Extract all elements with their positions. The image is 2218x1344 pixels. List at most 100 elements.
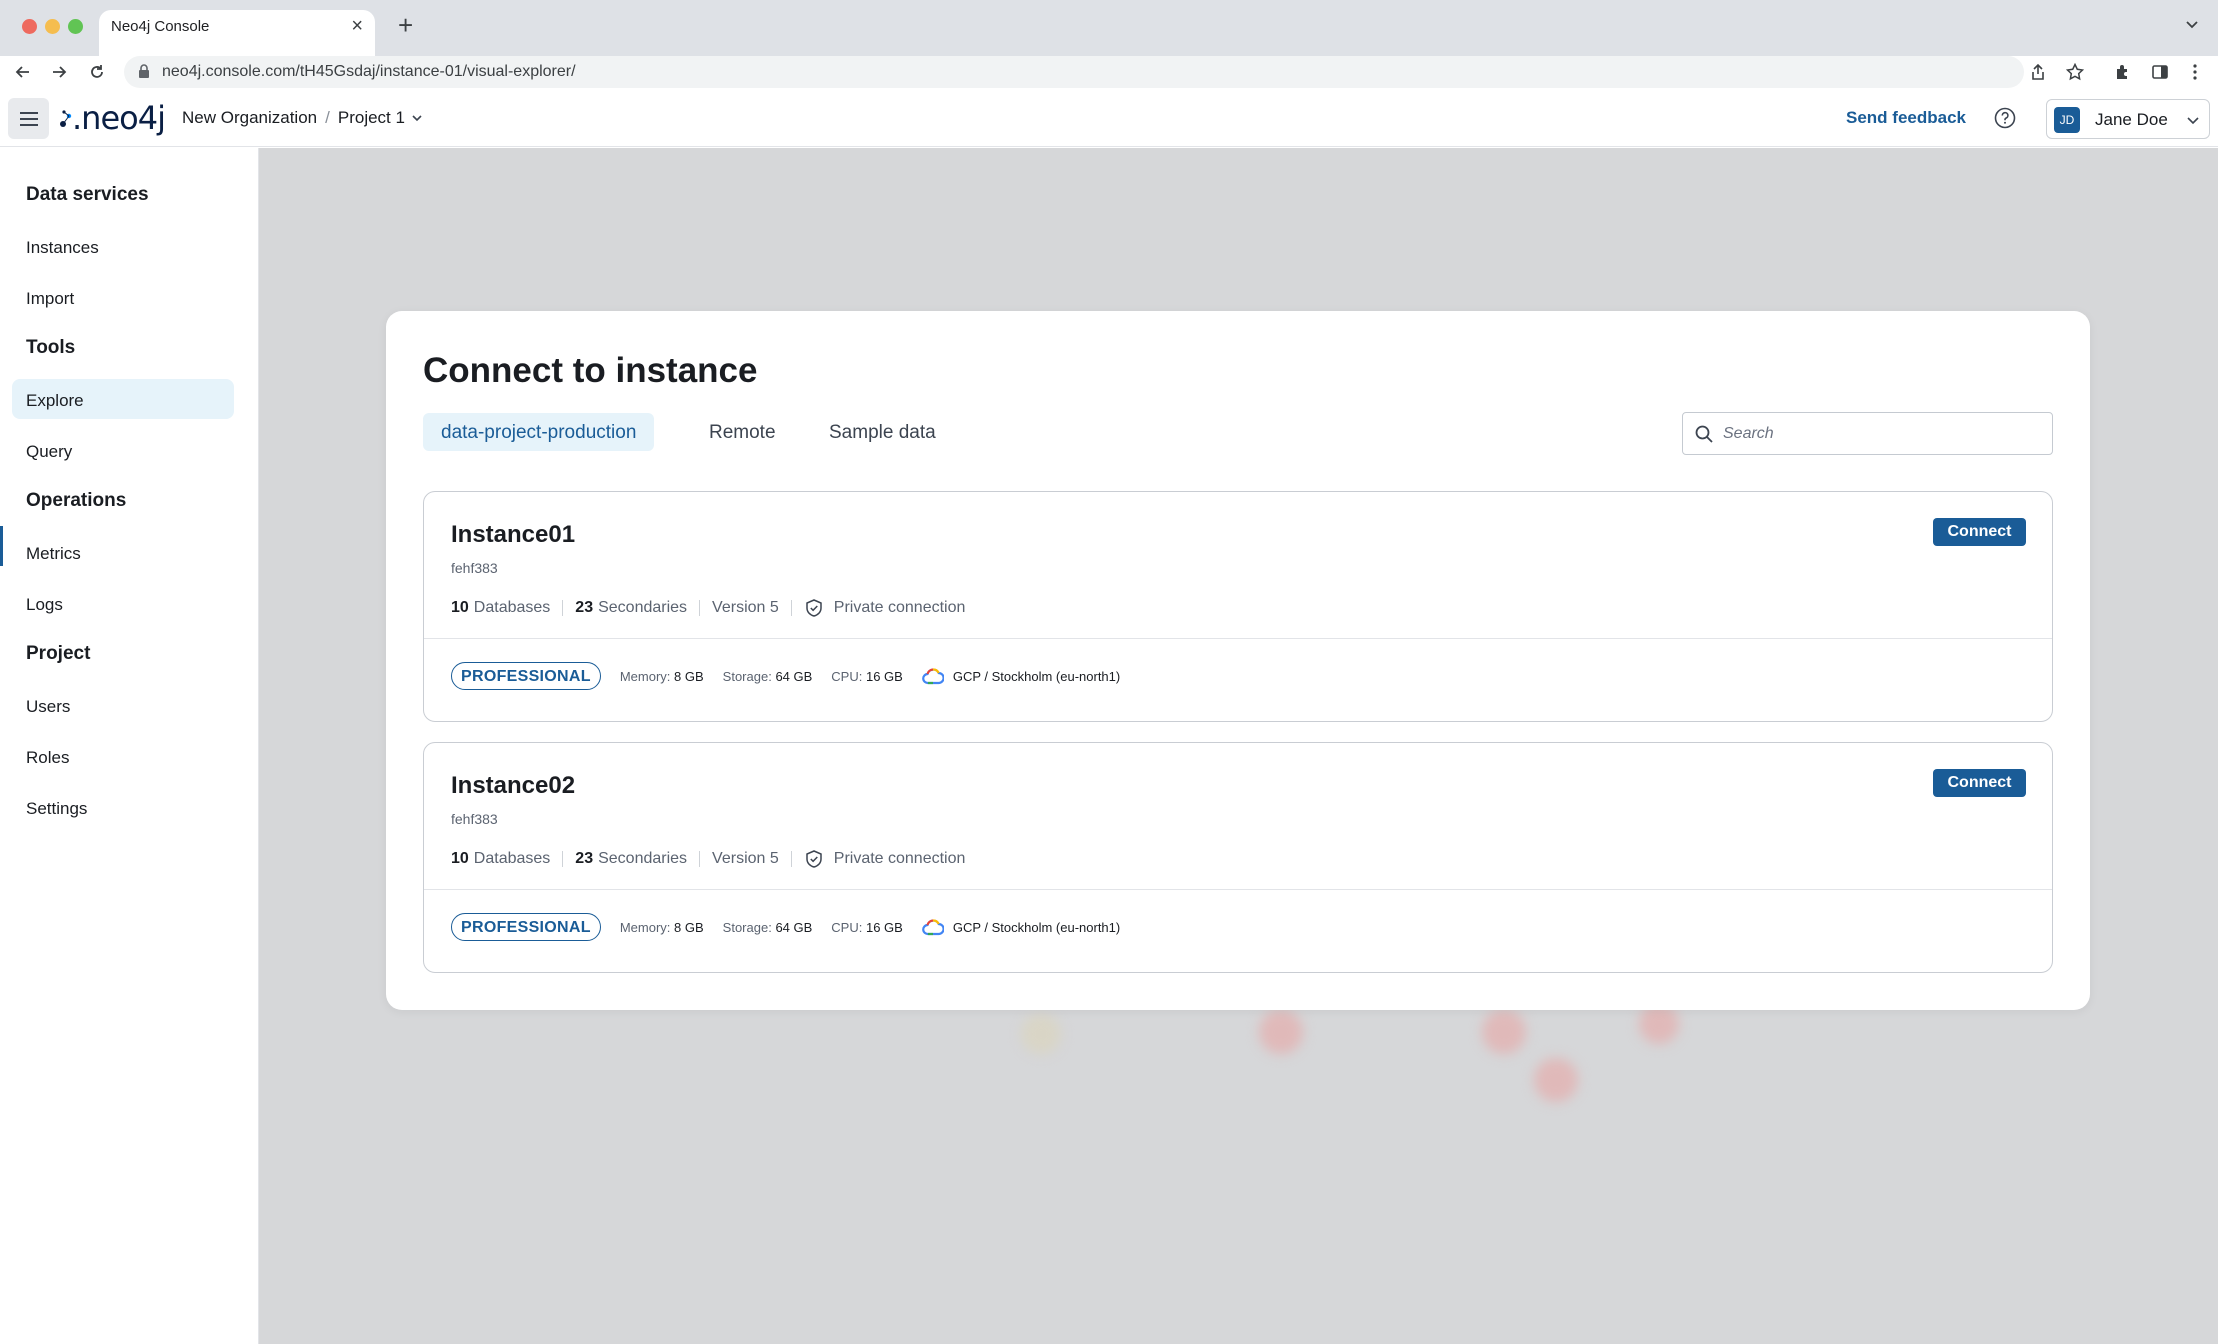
region: GCP / Stockholm (eu-north1) bbox=[922, 918, 1120, 936]
memory-spec: Memory: 8 GB bbox=[620, 920, 704, 935]
cpu-label: CPU: bbox=[831, 919, 863, 935]
logo-nodes-icon bbox=[60, 110, 72, 127]
tab-search-chevron-icon[interactable] bbox=[2184, 16, 2200, 37]
shield-check-icon bbox=[806, 850, 822, 868]
instance-stats: 10 Databases 23 Secondaries Version 5 Priv… bbox=[451, 849, 965, 869]
databases-label: Databases bbox=[473, 850, 551, 867]
cpu-label: CPU: bbox=[831, 668, 863, 684]
graph-node bbox=[1021, 1014, 1061, 1054]
maximize-window-button[interactable] bbox=[68, 19, 83, 34]
browser-tabstrip: Neo4j Console × + bbox=[0, 0, 2218, 56]
sidebar-item-settings[interactable]: Settings bbox=[12, 787, 234, 827]
sidebar-item-users[interactable]: Users bbox=[12, 685, 234, 725]
memory-label: Memory: bbox=[619, 668, 671, 684]
breadcrumb: New Organization / Project 1 bbox=[182, 108, 423, 128]
reload-icon[interactable] bbox=[84, 59, 110, 85]
breadcrumb-project: Project 1 bbox=[337, 108, 405, 127]
user-name: Jane Doe bbox=[2095, 110, 2168, 129]
divider bbox=[562, 851, 564, 867]
sidebar-item-metrics[interactable]: Metrics bbox=[12, 532, 234, 572]
help-icon[interactable] bbox=[1994, 107, 2016, 134]
sidebar-item-import[interactable]: Import bbox=[12, 277, 234, 317]
breadcrumb-org[interactable]: New Organization bbox=[182, 108, 317, 128]
divider bbox=[424, 638, 2052, 639]
bookmark-star-icon[interactable] bbox=[2063, 60, 2087, 84]
sidebar-item-explore[interactable]: Explore bbox=[12, 379, 234, 419]
secondaries-label: Secondaries bbox=[598, 850, 688, 867]
version: Version 5 bbox=[712, 599, 779, 616]
connection-label: Private connection bbox=[833, 599, 966, 616]
avatar: JD bbox=[2054, 107, 2080, 133]
forward-arrow-icon[interactable] bbox=[46, 59, 72, 85]
side-panel-icon[interactable] bbox=[2148, 60, 2172, 84]
secondaries-count: 23 bbox=[575, 850, 594, 867]
sidebar-section-tools: Tools bbox=[26, 337, 76, 358]
address-bar[interactable]: neo4j.console.com/tH45Gsdaj/instance-01/… bbox=[124, 56, 2024, 88]
divider bbox=[699, 600, 701, 616]
connection-type: Private connection bbox=[804, 849, 965, 869]
shield-check-icon bbox=[806, 599, 822, 617]
extensions-puzzle-icon[interactable] bbox=[2111, 60, 2135, 84]
divider bbox=[562, 600, 564, 616]
divider bbox=[699, 851, 701, 867]
databases-count: 10 bbox=[451, 599, 469, 616]
lock-icon bbox=[138, 64, 150, 84]
browser-menu-icon[interactable] bbox=[2183, 60, 2207, 84]
databases-stat: 10 Databases bbox=[451, 850, 550, 868]
instance-specs: PROFESSIONAL Memory: 8 GB Storage: 64 GB… bbox=[451, 913, 1120, 941]
breadcrumb-separator: / bbox=[325, 108, 330, 127]
tab-close-icon[interactable]: × bbox=[351, 16, 363, 36]
project-selector[interactable]: Project 1 bbox=[338, 108, 423, 128]
graph-node bbox=[1482, 1010, 1526, 1054]
divider bbox=[790, 851, 792, 867]
instance-stats: 10 Databases 23 Secondaries Version 5 Priv… bbox=[451, 598, 965, 618]
sidebar-item-roles[interactable]: Roles bbox=[12, 736, 234, 776]
share-icon[interactable] bbox=[2026, 60, 2050, 84]
instance-id: fehf383 bbox=[451, 560, 498, 576]
instance-id: fehf383 bbox=[451, 811, 498, 827]
sidebar-item-query[interactable]: Query bbox=[12, 430, 234, 470]
gcp-cloud-icon bbox=[922, 668, 944, 685]
hamburger-menu-button[interactable] bbox=[8, 98, 49, 139]
connect-button[interactable]: Connect bbox=[1933, 769, 2026, 797]
instance-name: Instance02 bbox=[451, 772, 576, 799]
neo4j-logo[interactable]: .neo4j bbox=[60, 99, 166, 137]
back-arrow-icon[interactable] bbox=[10, 59, 36, 85]
tab-sample-data[interactable]: Sample data bbox=[811, 413, 954, 451]
search-input[interactable] bbox=[1723, 423, 2043, 445]
memory-value: 8 GB bbox=[674, 919, 704, 935]
cpu-spec: CPU: 16 GB bbox=[831, 920, 903, 935]
databases-label: Databases bbox=[473, 599, 551, 616]
sidebar: Data services Instances Import Tools Exp… bbox=[0, 148, 259, 1344]
new-tab-icon[interactable]: + bbox=[398, 12, 413, 38]
databases-count: 10 bbox=[451, 850, 469, 867]
cpu-value: 16 GB bbox=[865, 919, 903, 935]
storage-spec: Storage: 64 GB bbox=[723, 669, 813, 684]
tab-data-project-production[interactable]: data-project-production bbox=[423, 413, 655, 451]
connect-button[interactable]: Connect bbox=[1933, 518, 2026, 546]
url-text: neo4j.console.com/tH45Gsdaj/instance-01/… bbox=[162, 63, 576, 80]
tab-title: Neo4j Console bbox=[111, 18, 210, 35]
logo-text: .neo4j bbox=[72, 99, 166, 137]
user-menu-button[interactable]: JD Jane Doe bbox=[2046, 99, 2210, 139]
search-icon bbox=[1695, 425, 1713, 443]
sidebar-section-operations: Operations bbox=[26, 490, 127, 511]
connect-instance-dialog: Connect to instance data-project-product… bbox=[386, 311, 2090, 1010]
graph-node bbox=[1259, 1010, 1303, 1054]
sidebar-section-project: Project bbox=[26, 643, 91, 664]
sidebar-item-logs[interactable]: Logs bbox=[12, 583, 234, 623]
memory-label: Memory: bbox=[619, 919, 671, 935]
dialog-title: Connect to instance bbox=[423, 351, 758, 390]
chevron-down-icon bbox=[412, 115, 422, 122]
send-feedback-link[interactable]: Send feedback bbox=[1846, 108, 1966, 128]
browser-tab[interactable]: Neo4j Console × bbox=[99, 10, 375, 56]
memory-spec: Memory: 8 GB bbox=[620, 669, 704, 684]
instance-card: Instance02 fehf383 10 Databases 23 Seconda… bbox=[423, 742, 2053, 973]
close-window-button[interactable] bbox=[22, 19, 37, 34]
tab-remote[interactable]: Remote bbox=[691, 413, 794, 451]
minimize-window-button[interactable] bbox=[45, 19, 60, 34]
instance-name: Instance01 bbox=[451, 521, 576, 548]
secondaries-stat: 23 Secondaries bbox=[575, 850, 687, 868]
search-field[interactable] bbox=[1682, 412, 2053, 455]
sidebar-item-instances[interactable]: Instances bbox=[12, 226, 234, 266]
